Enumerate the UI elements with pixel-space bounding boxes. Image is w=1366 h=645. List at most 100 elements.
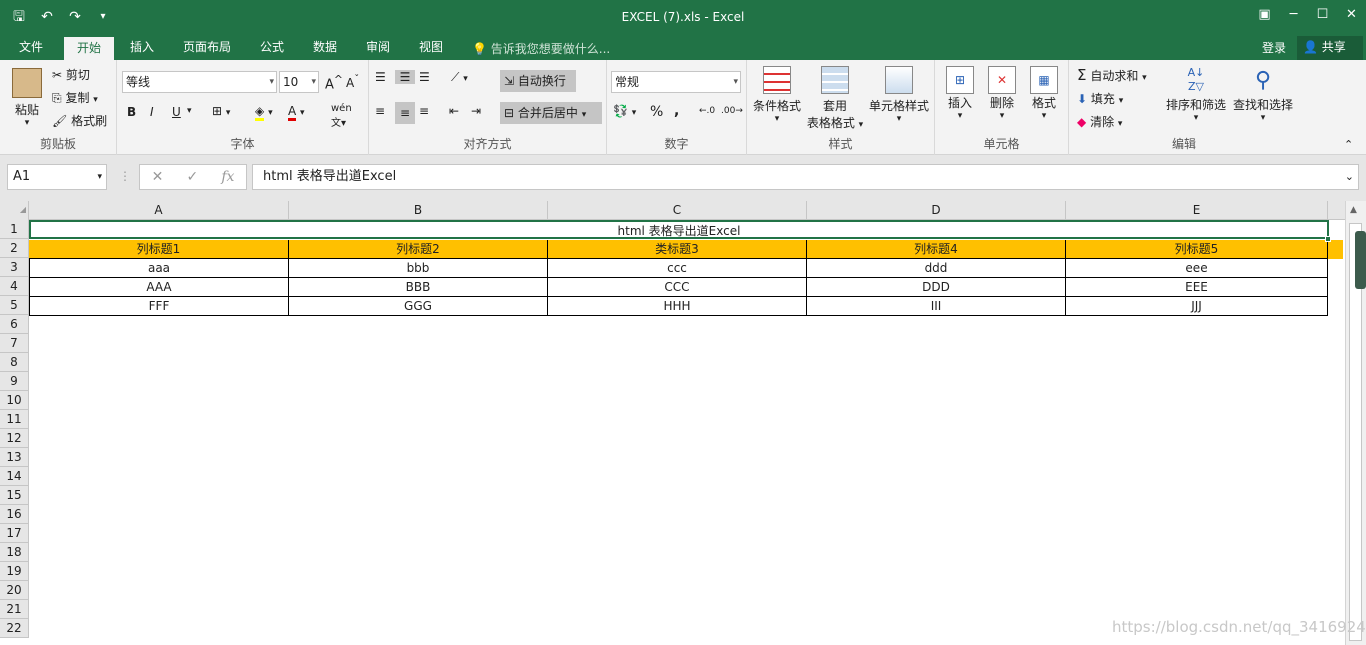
row-header[interactable]: 18 (0, 543, 29, 562)
tab-file[interactable]: 文件 (10, 36, 52, 60)
font-size-select[interactable]: 10 ▾ (279, 71, 319, 93)
autosum-button[interactable]: Σ 自动求和 ▾ (1077, 66, 1147, 84)
row-header[interactable]: 12 (0, 429, 29, 448)
name-box[interactable]: A1 ▾ (7, 164, 107, 190)
tab-review[interactable]: 审阅 (358, 36, 398, 60)
data-cell[interactable]: DDD (807, 278, 1066, 297)
fill-handle[interactable] (1325, 236, 1331, 242)
sort-filter-button[interactable]: A↓ Z▽ 排序和筛选 ▾ (1165, 66, 1227, 123)
decrease-indent-icon[interactable]: ⇤ (449, 104, 459, 118)
tab-formulas[interactable]: 公式 (252, 36, 292, 60)
cancel-icon[interactable]: ✕ (152, 169, 164, 185)
row-header[interactable]: 21 (0, 600, 29, 619)
bold-button[interactable]: B (127, 105, 136, 119)
row-header[interactable]: 20 (0, 581, 29, 600)
find-select-button[interactable]: ⚲ 查找和选择 ▾ (1230, 66, 1296, 123)
row-header[interactable]: 13 (0, 448, 29, 467)
cut-button[interactable]: ✂ 剪切 (52, 66, 90, 83)
increase-decimal-icon[interactable]: ←.0 (699, 106, 715, 116)
data-cell[interactable]: aaa (29, 259, 289, 278)
conditional-format-button[interactable]: 条件格式 ▾ (751, 66, 803, 124)
font-color-icon[interactable]: A ▾ (288, 104, 305, 121)
ribbon-display-icon[interactable]: ▣ (1250, 0, 1279, 30)
cell-styles-button[interactable]: 单元格样式 ▾ (867, 66, 931, 124)
tab-home[interactable]: 开始 (64, 36, 114, 60)
align-top-icon[interactable]: ☰ (375, 70, 386, 84)
row-header[interactable]: 7 (0, 334, 29, 353)
format-painter-button[interactable]: 🖌 格式刷 (52, 112, 107, 129)
decrease-decimal-icon[interactable]: .00→ (721, 106, 743, 116)
select-all-corner[interactable]: ◢ (0, 201, 29, 220)
fill-color-icon[interactable]: ◈ ▾ (255, 104, 273, 121)
row-header[interactable]: 14 (0, 467, 29, 486)
row-header[interactable]: 3 (0, 258, 29, 277)
row-header[interactable]: 8 (0, 353, 29, 372)
header-cell[interactable]: 列标题4 (807, 240, 1066, 259)
insert-function-icon[interactable]: fx (221, 169, 234, 185)
row-header[interactable]: 10 (0, 391, 29, 410)
data-cell[interactable]: bbb (289, 259, 548, 278)
tab-view[interactable]: 视图 (411, 36, 451, 60)
row-header[interactable]: 11 (0, 410, 29, 429)
row-header[interactable]: 16 (0, 505, 29, 524)
number-format-select[interactable]: 常规 ▾ (611, 71, 741, 93)
side-panel-grip[interactable] (1355, 231, 1366, 289)
data-cell[interactable]: CCC (548, 278, 807, 297)
column-header-d[interactable]: D (807, 201, 1066, 220)
currency-icon[interactable]: 💱 ▾ (613, 104, 636, 118)
data-cell[interactable]: HHH (548, 297, 807, 316)
data-cell[interactable]: JJJ (1066, 297, 1328, 316)
row-header[interactable]: 5 (0, 296, 29, 315)
row-header[interactable]: 17 (0, 524, 29, 543)
fill-button[interactable]: ⬇ 填充 ▾ (1077, 90, 1123, 107)
data-cell[interactable]: eee (1066, 259, 1328, 278)
underline-button[interactable]: U (172, 105, 181, 119)
comma-button[interactable]: , (674, 103, 679, 119)
maximize-icon[interactable]: ☐ (1308, 0, 1337, 30)
header-cell[interactable]: 列标题1 (29, 240, 289, 259)
font-name-select[interactable]: 等线 ▾ (122, 71, 277, 93)
data-cell[interactable]: III (807, 297, 1066, 316)
formula-input[interactable]: html 表格导出道Excel ⌄ (252, 164, 1359, 190)
row-header[interactable]: 6 (0, 315, 29, 334)
data-cell[interactable]: AAA (29, 278, 289, 297)
increase-font-icon[interactable]: A^ (325, 73, 343, 92)
insert-cells-button[interactable]: ⊞ 插入 ▾ (941, 66, 979, 121)
decrease-font-icon[interactable]: Aˇ (346, 74, 359, 90)
sign-in-link[interactable]: 登录 (1262, 39, 1286, 56)
expand-formula-icon[interactable]: ⌄ (1345, 165, 1354, 189)
tell-me-box[interactable]: 💡 告诉我您想要做什么... (472, 40, 610, 57)
tab-insert[interactable]: 插入 (122, 36, 162, 60)
increase-indent-icon[interactable]: ⇥ (471, 104, 481, 118)
data-cell[interactable]: ccc (548, 259, 807, 278)
chevron-down-icon[interactable]: ▾ (187, 106, 192, 116)
column-header-c[interactable]: C (548, 201, 807, 220)
copy-button[interactable]: ⎘ 复制 ▾ (52, 89, 98, 106)
align-right-icon[interactable]: ≡ (419, 104, 429, 118)
close-icon[interactable]: ✕ (1337, 0, 1366, 30)
borders-icon[interactable]: ⊞ ▾ (212, 104, 230, 118)
collapse-ribbon-icon[interactable]: ⌃ (1344, 138, 1353, 151)
row-header[interactable]: 15 (0, 486, 29, 505)
header-cell[interactable]: 列标题2 (289, 240, 548, 259)
row-header[interactable]: 9 (0, 372, 29, 391)
tab-page-layout[interactable]: 页面布局 (176, 36, 238, 60)
merge-center-button[interactable]: ⊟ 合并后居中 ▾ (500, 102, 602, 124)
wrap-text-button[interactable]: ⇲ 自动换行 (500, 70, 576, 92)
share-button[interactable]: 👤 共享 (1297, 36, 1363, 60)
data-cell[interactable]: BBB (289, 278, 548, 297)
merged-title-cell[interactable]: html 表格导出道Excel (29, 220, 1329, 239)
tab-data[interactable]: 数据 (305, 36, 345, 60)
row-header[interactable]: 1 (0, 220, 29, 239)
column-header-a[interactable]: A (29, 201, 289, 220)
delete-cells-button[interactable]: ✕ 删除 ▾ (983, 66, 1021, 121)
orientation-icon[interactable]: ⟋ ▾ (451, 70, 468, 85)
row-header[interactable]: 22 (0, 619, 29, 638)
percent-button[interactable]: % (650, 104, 663, 120)
row-header[interactable]: 2 (0, 239, 29, 258)
clear-button[interactable]: ◆ 清除 ▾ (1077, 113, 1122, 130)
header-cell[interactable]: 列标题5 (1066, 240, 1328, 259)
format-cells-button[interactable]: ▦ 格式 ▾ (1025, 66, 1063, 121)
align-left-icon[interactable]: ≡ (375, 104, 385, 118)
scroll-up-icon[interactable]: ▲ (1350, 205, 1357, 215)
